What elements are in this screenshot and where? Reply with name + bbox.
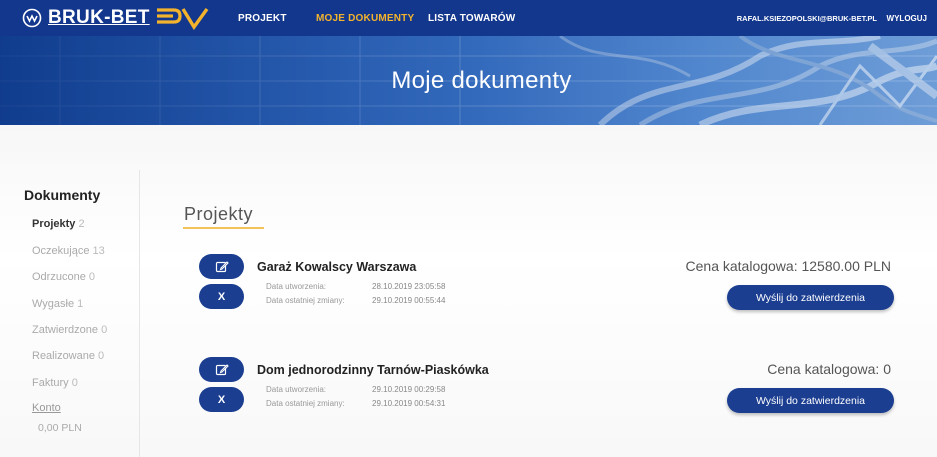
created-label: Data utworzenia: xyxy=(266,385,327,394)
brand-logo[interactable]: BRUK-BET xyxy=(22,6,210,30)
sidebar-title: Dokumenty xyxy=(24,187,101,203)
logout-link[interactable]: WYLOGUJ xyxy=(887,0,927,36)
logo-text: BRUK-BET xyxy=(48,7,150,28)
nav-lista-towarow[interactable]: LISTA TOWARÓW xyxy=(428,0,515,36)
modified-value: 29.10.2019 00:54:31 xyxy=(372,399,446,408)
project-name[interactable]: Garaż Kowalscy Warszawa xyxy=(257,260,416,274)
catalog-price: Cena katalogowa: 0 xyxy=(767,361,891,377)
page-title: Moje dokumenty xyxy=(391,66,572,94)
nav-projekt[interactable]: PROJEKT xyxy=(238,0,287,36)
user-email[interactable]: RAFAL.KSIEZOPOLSKI@BRUK-BET.PL xyxy=(737,0,877,36)
top-navigation-bar: BRUK-BET PROJEKT MOJE DOKUMENTY LISTA TO… xyxy=(0,0,937,36)
edit-project-button[interactable] xyxy=(199,357,244,382)
delete-project-button[interactable]: X xyxy=(199,387,244,412)
sidebar-item-label: Zatwierdzone xyxy=(32,324,99,336)
send-for-approval-button[interactable]: Wyślij do zatwierdzenia xyxy=(727,285,894,310)
section-title: Projekty xyxy=(184,204,254,224)
send-for-approval-button[interactable]: Wyślij do zatwierdzenia xyxy=(727,388,894,413)
section-title-underline xyxy=(183,227,264,229)
hero-banner: Moje dokumenty xyxy=(0,36,937,125)
logo-pv-mark xyxy=(156,8,209,30)
edit-icon xyxy=(215,363,229,375)
created-value: 28.10.2019 23:05:58 xyxy=(372,282,446,291)
sidebar-item-count: 2 xyxy=(78,218,85,230)
modified-value: 29.10.2019 00:55:44 xyxy=(372,296,446,305)
sidebar-item-projekty[interactable]: Projekty 2 xyxy=(32,218,85,230)
sidebar-item-label: Projekty xyxy=(32,218,76,230)
edit-icon xyxy=(215,260,229,272)
delete-project-button[interactable]: X xyxy=(199,284,244,309)
catalog-price: Cena katalogowa: 12580.00 PLN xyxy=(685,258,891,274)
created-value: 29.10.2019 00:29:58 xyxy=(372,385,446,394)
nav-moje-dokumenty[interactable]: MOJE DOKUMENTY xyxy=(316,0,414,36)
created-label: Data utworzenia: xyxy=(266,282,327,291)
project-card: X Garaż Kowalscy Warszawa Data utworzeni… xyxy=(0,254,937,324)
project-card: X Dom jednorodzinny Tarnów-Piaskówka Dat… xyxy=(0,357,937,427)
modified-label: Data ostatniej zmiany: xyxy=(266,399,345,408)
sidebar-item-zatwierdzone[interactable]: Zatwierdzone 0 xyxy=(32,324,107,336)
bruk-bet-logo-icon xyxy=(22,8,42,28)
project-name[interactable]: Dom jednorodzinny Tarnów-Piaskówka xyxy=(257,363,489,377)
modified-label: Data ostatniej zmiany: xyxy=(266,296,345,305)
edit-project-button[interactable] xyxy=(199,254,244,279)
sidebar-item-count: 0 xyxy=(101,324,108,336)
